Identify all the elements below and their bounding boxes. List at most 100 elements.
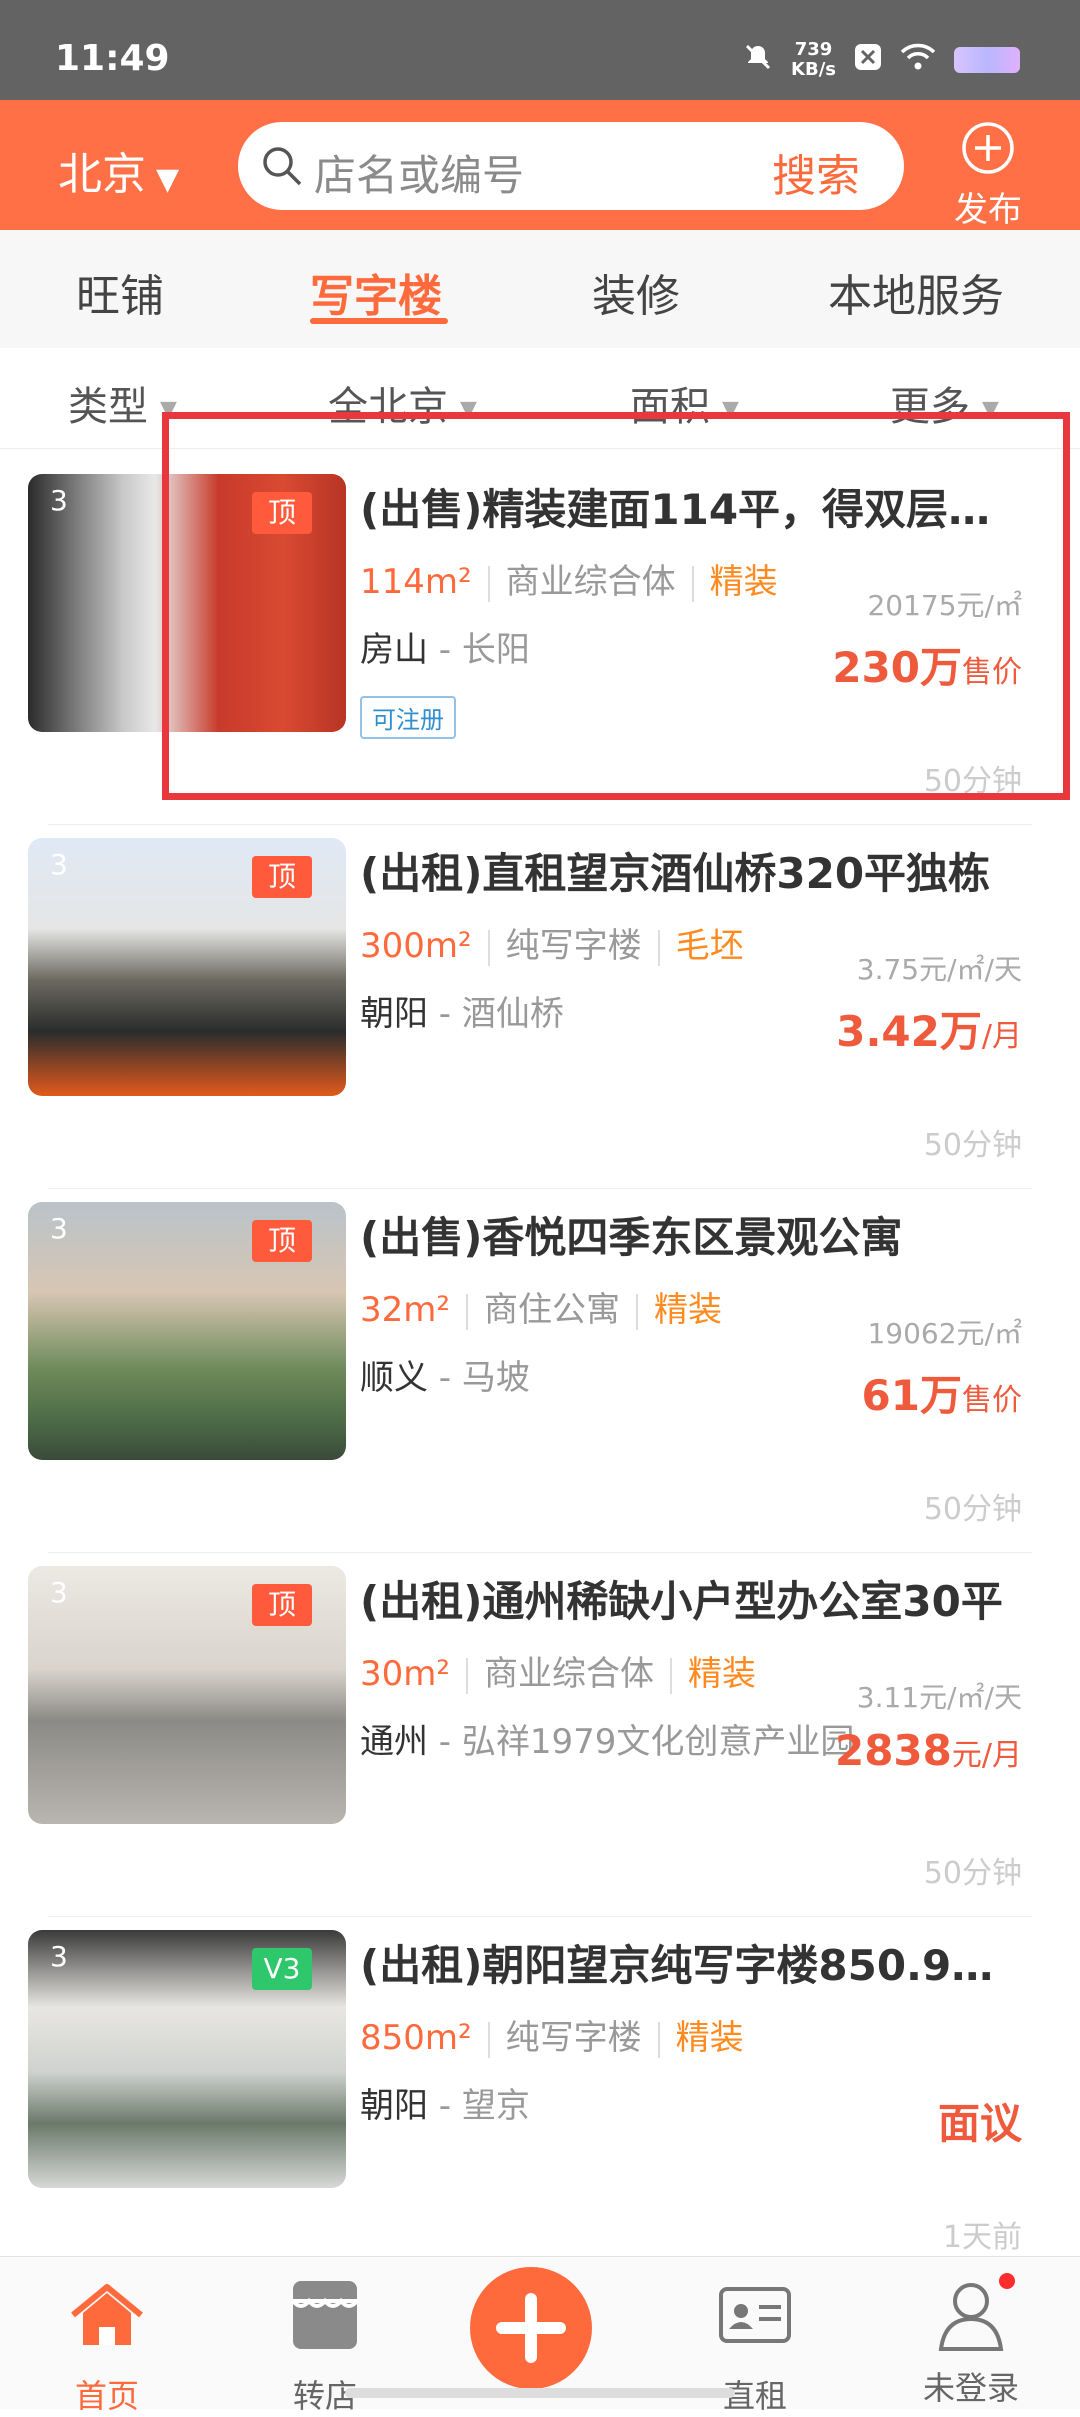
plus-icon — [496, 2293, 566, 2363]
listing-photo[interactable]: 3 V3 — [28, 1930, 346, 2188]
photo-count: 3 — [50, 1212, 68, 1245]
divider — [636, 1293, 639, 1330]
photo-count: 3 — [50, 848, 68, 881]
home-icon — [71, 2284, 143, 2345]
listing-card[interactable]: 3 顶 (出售)香悦四季东区景观公寓 32m² 商住公寓 精装 顺义 - 马坡 19… — [0, 1202, 1080, 1564]
listing-price: 面议 — [937, 2099, 1022, 2148]
listing-type: 商业综合体 — [484, 1654, 655, 1694]
row-divider — [48, 1552, 1032, 1553]
listing-card[interactable]: 3 V3 (出租)朝阳望京纯写字楼850.92平米 850m² 纯写字楼 精装 朝阳… — [0, 1930, 1080, 2292]
listing-decoration: 毛坯 — [675, 926, 744, 966]
listing-district: 顺义 — [360, 1358, 428, 1398]
city-selector[interactable]: 北京 ▼ — [58, 138, 179, 202]
listing-photo[interactable]: 3 顶 — [28, 838, 346, 1096]
status-icons: 739 KB/s — [743, 40, 1020, 80]
listing-district: 通州 — [360, 1722, 428, 1762]
listing-meta: 32m² 商住公寓 精装 — [360, 1282, 722, 1331]
listing-time: 50分钟 — [923, 1128, 1022, 1163]
listing-decoration: 精装 — [675, 2018, 744, 2058]
divider — [466, 1657, 469, 1694]
add-circle-icon — [962, 122, 1014, 174]
listing-title: (出售)香悦四季东区景观公寓 — [360, 1213, 903, 1262]
category-tabs: 旺铺 写字楼 装修 本地服务 — [0, 230, 1080, 348]
listing-decoration: 精装 — [688, 1654, 757, 1694]
listing-decoration: 精装 — [654, 1290, 723, 1330]
gesture-bar[interactable] — [345, 2388, 735, 2398]
listing-unit-price: 3.75元/㎡/天 — [856, 953, 1022, 986]
wifi-icon — [900, 43, 936, 77]
photo-count: 3 — [50, 484, 68, 517]
divider — [466, 1293, 469, 1330]
top-badge: 顶 — [252, 1584, 312, 1626]
status-bar: 11:49 739 KB/s — [0, 0, 1080, 100]
search-input[interactable]: 店名或编号 — [314, 142, 524, 203]
divider — [487, 929, 490, 966]
id-card-icon — [719, 2287, 791, 2343]
listing-location: 朝阳 - 望京 — [360, 2086, 530, 2126]
listing-photo[interactable]: 3 顶 — [28, 1566, 346, 1824]
filter-type[interactable]: 类型 ▼ — [68, 374, 177, 432]
listing-card[interactable]: 3 顶 (出租)直租望京酒仙桥320平独栋 300m² 纯写字楼 毛坯 朝阳 - 酒… — [0, 838, 1080, 1200]
listing-subarea: 酒仙桥 — [461, 994, 564, 1034]
mute-icon — [743, 42, 773, 78]
tab-decoration[interactable]: 装修 — [592, 260, 680, 324]
listing-unit-price: 19062元/㎡ — [867, 1317, 1022, 1350]
chevron-down-icon: ▼ — [156, 162, 180, 197]
tab-office[interactable]: 写字楼 — [310, 260, 442, 324]
listing-area: 300m² — [360, 926, 472, 966]
photo-count: 3 — [50, 1576, 68, 1609]
publish-label: 发布 — [954, 190, 1022, 230]
listing-type: 商住公寓 — [484, 1290, 621, 1330]
nav-home[interactable]: 首页 — [32, 2275, 182, 2417]
listing-price: 61万售价 — [861, 1371, 1022, 1420]
battery-icon — [954, 47, 1020, 73]
shop-icon — [291, 2281, 359, 2349]
listing-price: 3.42万/月 — [836, 1007, 1022, 1056]
listing-subarea: 弘祥1979文化创意产业园 — [461, 1722, 855, 1762]
publish-button[interactable]: 发布 — [948, 120, 1028, 231]
listing-meta: 850m² 纯写字楼 精装 — [360, 2010, 744, 2059]
top-badge: 顶 — [252, 1220, 312, 1262]
listing-subarea: 马坡 — [461, 1358, 530, 1398]
listing-unit-price: 3.11元/㎡/天 — [856, 1681, 1022, 1714]
user-icon — [938, 2283, 1004, 2351]
nav-account[interactable]: 未登录 — [896, 2273, 1046, 2409]
row-divider — [48, 1188, 1032, 1189]
listing-district: 朝阳 — [360, 2086, 428, 2126]
nav-account-label: 未登录 — [922, 2369, 1019, 2407]
listing-area: 32m² — [360, 1290, 451, 1330]
divider — [657, 929, 660, 966]
vip-badge: V3 — [252, 1948, 312, 1990]
listing-time: 1天前 — [942, 2220, 1022, 2255]
divider — [670, 1657, 673, 1694]
listing-type: 纯写字楼 — [505, 2018, 642, 2058]
listing-location: 顺义 - 马坡 — [360, 1358, 530, 1398]
top-badge: 顶 — [252, 856, 312, 898]
search-bar[interactable]: 店名或编号 搜索 — [238, 122, 904, 210]
search-button[interactable]: 搜索 — [772, 140, 860, 204]
listing-card[interactable]: 3 顶 (出租)通州稀缺小户型办公室30平 30m² 商业综合体 精装 通州 - 弘… — [0, 1566, 1080, 1928]
listing-title: (出租)通州稀缺小户型办公室30平 — [360, 1577, 1003, 1626]
notification-dot — [999, 2273, 1015, 2289]
listing-meta: 30m² 商业综合体 精装 — [360, 1646, 756, 1695]
listing-photo[interactable]: 3 顶 — [28, 1202, 346, 1460]
net-speed: 739 KB/s — [791, 39, 836, 80]
listing-title: (出租)直租望京酒仙桥320平独栋 — [360, 849, 991, 898]
top-header: 北京 ▼ 店名或编号 搜索 发布 — [0, 100, 1080, 230]
listing-area: 30m² — [360, 1654, 451, 1694]
tab-wangpu[interactable]: 旺铺 — [76, 260, 164, 324]
search-icon — [263, 147, 302, 186]
divider — [657, 2021, 660, 2058]
row-divider — [48, 824, 1032, 825]
listing-type: 纯写字楼 — [505, 926, 642, 966]
publish-fab[interactable] — [470, 2267, 592, 2389]
listing-price: 2838元/月 — [834, 1726, 1022, 1775]
status-time: 11:49 — [55, 38, 170, 79]
listing-time: 50分钟 — [923, 1856, 1022, 1891]
listing-location: 通州 - 弘祥1979文化创意产业园 — [360, 1722, 855, 1762]
listing-district: 朝阳 — [360, 994, 428, 1034]
highlight-box — [162, 412, 1070, 800]
tab-local-service[interactable]: 本地服务 — [828, 260, 1004, 324]
photo-count: 3 — [50, 1940, 68, 1973]
bottom-nav: 首页 转店 直租 未登录 — [0, 2256, 1080, 2415]
